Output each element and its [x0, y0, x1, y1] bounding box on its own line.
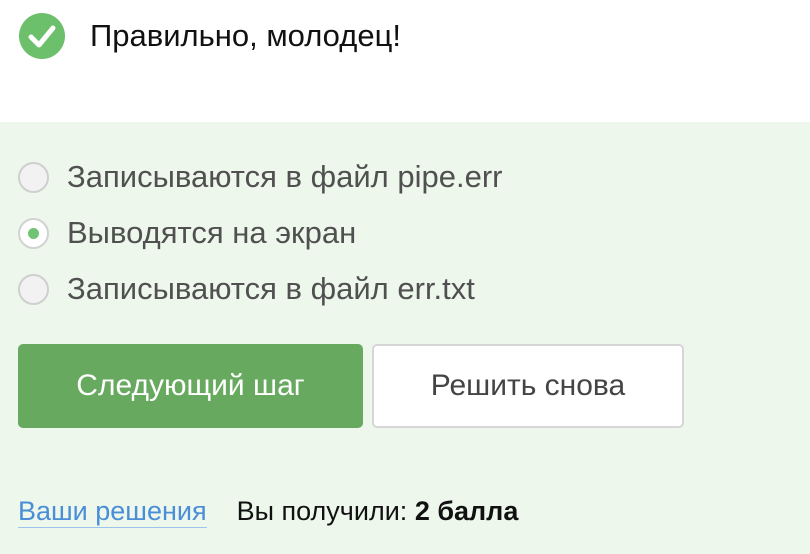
- solve-again-button[interactable]: Решить снова: [372, 344, 684, 428]
- check-circle-icon: [19, 13, 65, 59]
- option-label: Записываются в файл pipe.err: [67, 159, 503, 194]
- score-prefix: Вы получили:: [236, 496, 408, 526]
- feedback-message: Правильно, молодец!: [90, 18, 401, 53]
- feedback-banner: Правильно, молодец!: [0, 0, 810, 122]
- score-text: Вы получили: 2 балла: [237, 495, 519, 527]
- option-err-txt[interactable]: Записываются в файл err.txt: [18, 269, 718, 309]
- radio-dot-icon: [28, 227, 39, 239]
- your-solutions-link[interactable]: Ваши решения: [18, 495, 207, 528]
- radio-button[interactable]: [18, 273, 49, 305]
- option-pipe-err[interactable]: Записываются в файл pipe.err: [18, 157, 718, 197]
- radio-button[interactable]: [18, 161, 49, 193]
- option-screen[interactable]: Выводятся на экран: [18, 213, 718, 253]
- footer: Ваши решения Вы получили: 2 балла: [18, 493, 518, 529]
- option-label: Записываются в файл err.txt: [67, 271, 475, 306]
- option-label: Выводятся на экран: [67, 215, 357, 250]
- next-step-button[interactable]: Следующий шаг: [18, 344, 363, 428]
- score-value: 2 балла: [414, 496, 519, 526]
- radio-button-selected[interactable]: [18, 217, 49, 249]
